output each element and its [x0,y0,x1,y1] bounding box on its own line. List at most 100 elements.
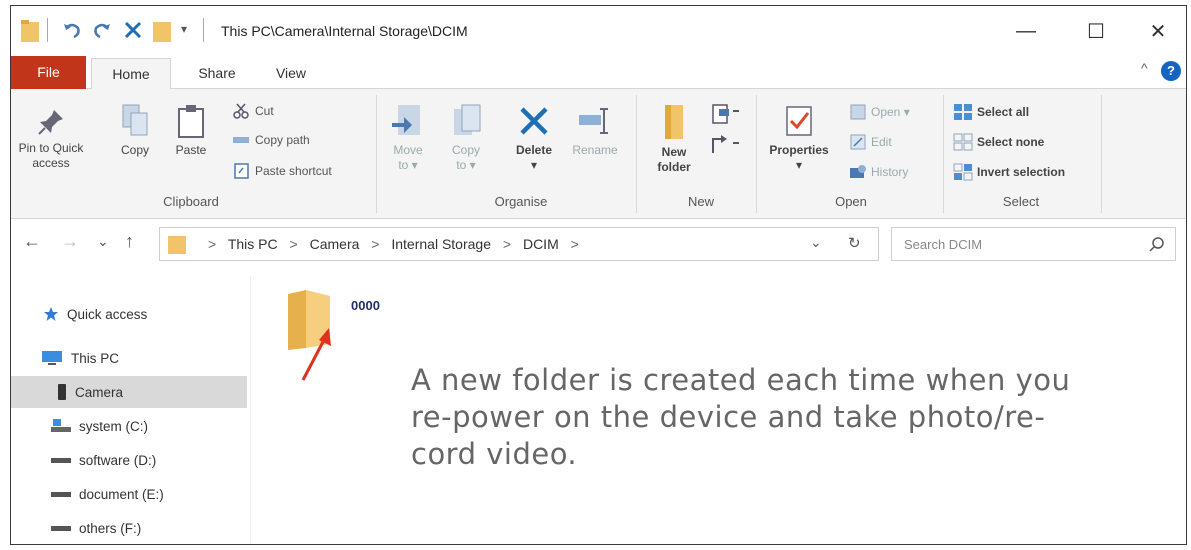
new-folder-button[interactable]: New folder [649,101,699,175]
invert-selection-button[interactable]: Invert selection [953,163,1065,181]
minimize-button[interactable]: — [1011,16,1041,46]
address-dropdown-button[interactable]: ⌄ [810,234,822,251]
search-box[interactable]: Search DCIM [891,227,1176,261]
copy-path-button[interactable]: Copy path [233,133,310,147]
redo-icon[interactable] [91,20,113,47]
select-none-button[interactable]: Select none [953,133,1044,151]
paste-button[interactable]: Paste [169,103,213,158]
drive-icon [51,492,71,497]
rename-button[interactable]: Rename [567,103,623,158]
group-divider [1101,95,1102,213]
invert-selection-icon [953,163,973,181]
ribbon-tabs: File Home Share View ^ ? [11,56,1186,89]
clipboard-group-label: Clipboard [163,194,219,209]
pin-label-line2: access [32,156,70,170]
sidebar-item-label: system (C:) [79,418,148,434]
group-divider [943,95,944,213]
new-group-label: New [687,194,714,209]
back-button[interactable]: ← [23,231,41,252]
organise-group-label: Organise [494,194,548,209]
easy-access-icon[interactable] [709,133,739,164]
cut-button[interactable]: Cut [233,103,274,119]
sidebar-item-label: This PC [71,350,120,366]
sidebar-item-quick-access[interactable]: Quick access [11,298,247,330]
folder-name-label[interactable]: 0000 [351,298,380,313]
sidebar-item-camera[interactable]: Camera [11,376,247,408]
pin-icon [38,110,63,135]
delete-icon[interactable] [123,20,143,45]
scissors-icon [233,103,249,119]
search-icon[interactable] [1149,236,1165,257]
breadcrumb-separator: > [371,236,380,252]
monitor-icon [42,351,62,365]
paste-shortcut-label: Paste shortcut [255,164,332,178]
address-bar[interactable]: > This PC > Camera > Internal Storage > … [159,227,879,261]
history-label: History [871,165,909,179]
select-all-icon [954,104,972,120]
edit-button[interactable]: Edit [849,133,892,151]
select-none-label: Select none [977,135,1045,149]
up-button[interactable]: ↑ [125,231,134,252]
breadcrumb-camera[interactable]: Camera [310,236,360,252]
sidebar-item-label: software (D:) [79,452,157,468]
sidebar-item-this-pc[interactable]: This PC [11,342,247,374]
sidebar-item-label: Quick access [67,306,148,322]
open-button[interactable]: Open ▾ [849,103,910,121]
breadcrumb-this-pc[interactable]: This PC [228,236,278,252]
breadcrumb-separator: > [502,236,512,252]
tab-view[interactable]: View [266,58,316,89]
new-folder-label-2: folder [657,160,691,174]
properties-button[interactable]: Properties ▾ [763,103,835,173]
paste-shortcut-icon [234,163,249,179]
group-divider [756,95,757,213]
drive-icon [51,526,71,531]
copy-to-icon [454,104,481,135]
new-folder-icon[interactable] [153,20,171,47]
sidebar-item-system-c[interactable]: system (C:) [11,410,247,442]
refresh-button[interactable]: ↻ [848,234,861,252]
paste-shortcut-button[interactable]: Paste shortcut [233,163,332,179]
open-group-label: Open [835,194,867,209]
undo-icon[interactable] [61,20,83,47]
delete-x-icon [520,107,548,135]
red-arrow-icon [301,328,331,381]
copy-label: Copy [120,143,149,157]
tab-home[interactable]: Home [91,58,171,89]
select-group-label: Select [1002,194,1040,209]
copy-button[interactable]: Copy [115,103,155,158]
tab-file[interactable]: File [11,56,86,89]
history-button[interactable]: History [849,163,908,181]
new-item-icon[interactable] [709,101,739,132]
window-title: This PC\Camera\Internal Storage\DCIM [221,23,468,39]
pin-to-quick-access-button[interactable]: Pin to Quick access [15,107,87,171]
copy-path-icon [233,137,249,143]
caption-line-2: re-power on the device and take photo/re… [411,400,1046,434]
copy-to-label-1: Copy [451,143,480,157]
delete-button[interactable]: Delete ▾ [509,103,559,173]
move-to-button[interactable]: Move to ▾ [385,103,431,173]
select-all-button[interactable]: Select all [953,103,1029,121]
phone-icon [58,384,66,400]
copy-to-button[interactable]: Copy to ▾ [443,103,489,173]
quick-access-dropdown[interactable]: ▾ [181,22,187,36]
group-divider [376,95,377,213]
tab-share[interactable]: Share [187,58,247,89]
help-icon[interactable]: ? [1161,61,1181,81]
sidebar-item-document-e[interactable]: document (E:) [11,478,247,510]
properties-dropdown: ▾ [795,158,803,172]
breadcrumb-internal-storage[interactable]: Internal Storage [391,236,491,252]
sidebar-item-others-f[interactable]: others (F:) [11,512,247,544]
title-divider [47,18,48,42]
close-button[interactable]: ✕ [1143,16,1173,46]
breadcrumb: > This PC > Camera > Internal Storage > … [200,236,587,252]
move-to-icon [392,105,420,135]
system-drive-icon [51,419,71,432]
forward-button[interactable]: → [61,231,79,252]
recent-locations-button[interactable]: ⌄ [97,233,109,250]
sidebar-item-software-d[interactable]: software (D:) [11,444,247,476]
collapse-ribbon-icon[interactable]: ^ [1141,60,1148,76]
breadcrumb-dcim[interactable]: DCIM [523,236,559,252]
maximize-button[interactable]: ☐ [1081,16,1111,46]
rename-label: Rename [572,143,618,157]
invert-selection-label: Invert selection [977,165,1066,179]
